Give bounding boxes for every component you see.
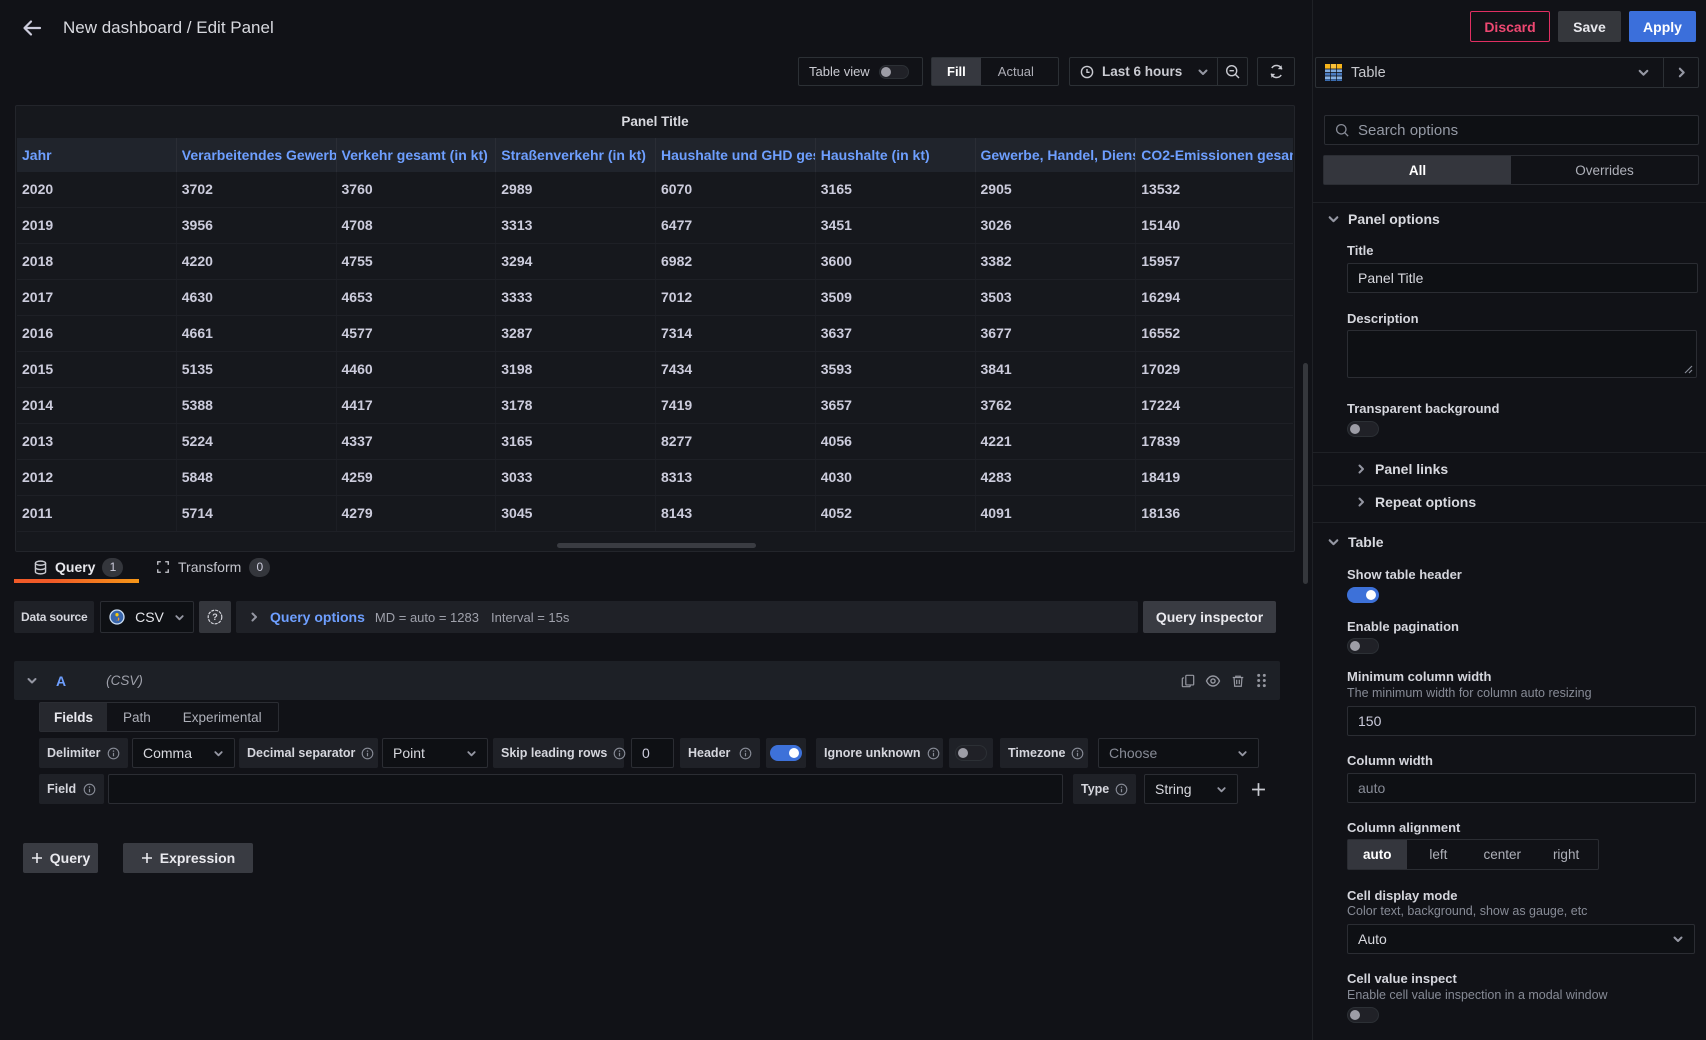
svg-text:?: ? xyxy=(212,612,218,622)
